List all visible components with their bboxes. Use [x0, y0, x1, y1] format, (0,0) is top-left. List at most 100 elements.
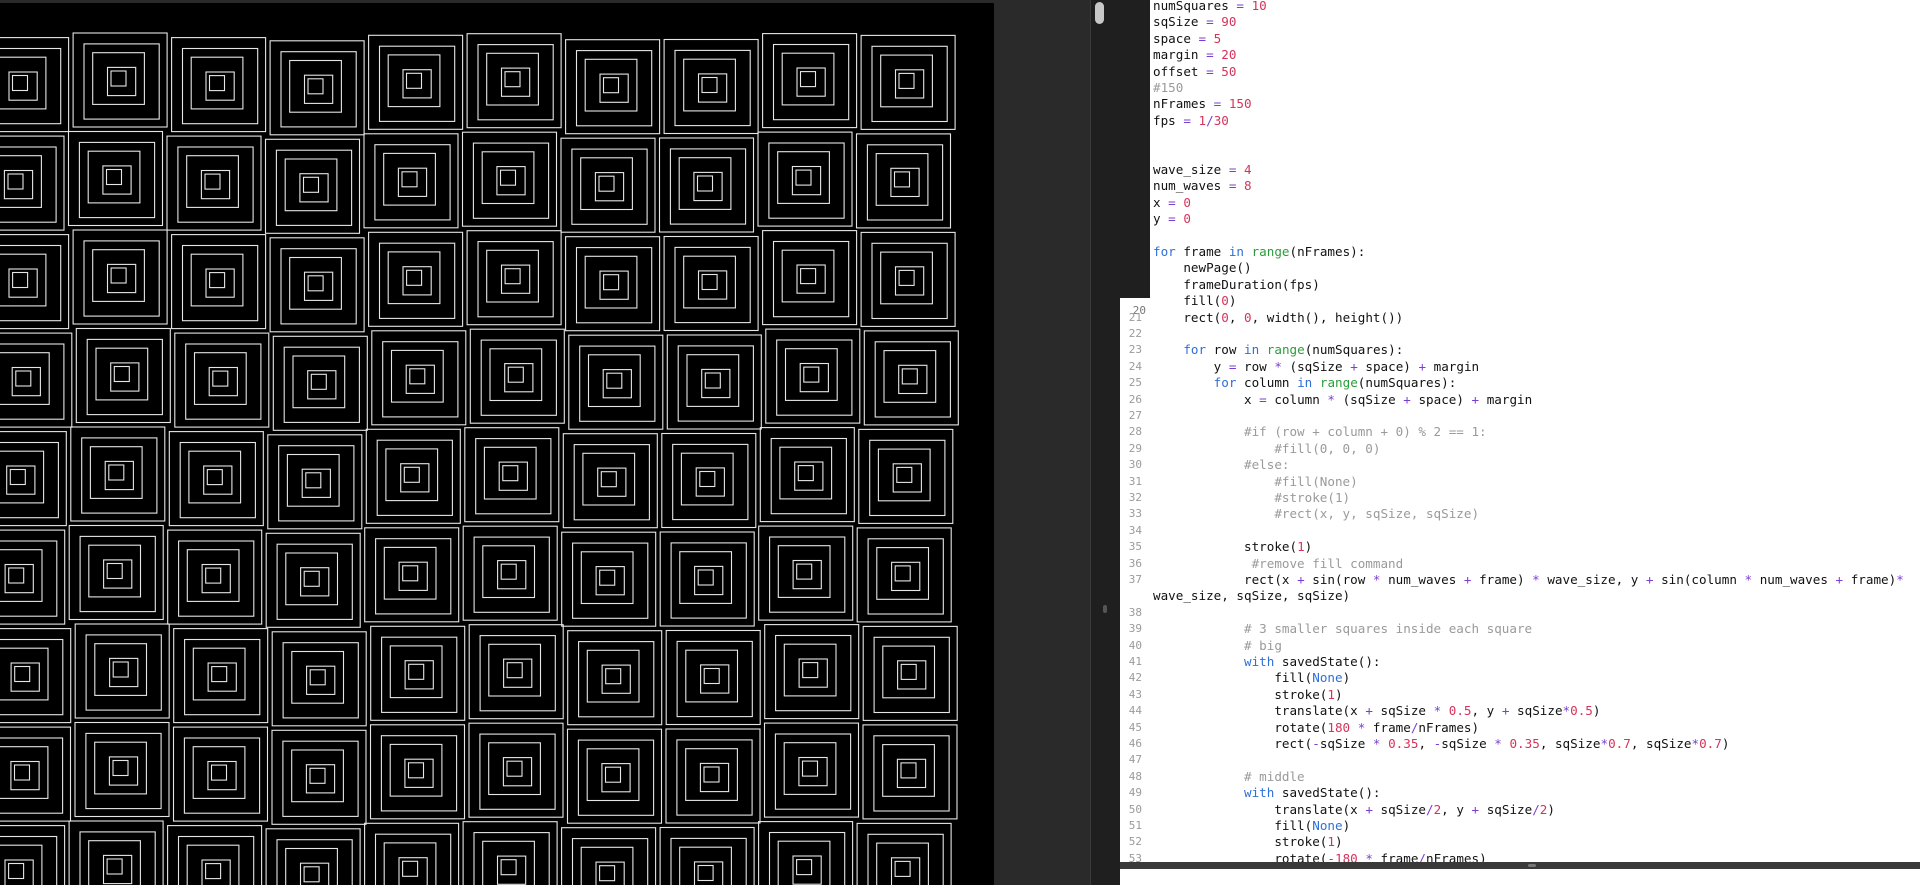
- square-outline: [89, 446, 143, 499]
- line-number: 32: [1128, 491, 1142, 504]
- square-cell: [856, 527, 952, 623]
- square-outline: [0, 37, 70, 133]
- square-outline: [479, 733, 556, 810]
- square-outline: [67, 130, 164, 227]
- code-text: with savedState():: [1153, 654, 1381, 670]
- square-outline: [777, 840, 831, 885]
- square-outline: [506, 662, 523, 679]
- code-token: # 3 smaller squares inside each square: [1153, 621, 1533, 637]
- code-token: *: [1327, 391, 1336, 407]
- square-outline: [376, 439, 453, 516]
- code-token: (numSquares):: [1304, 342, 1404, 358]
- code-token: fill(: [1153, 818, 1313, 833]
- square-outline: [791, 165, 822, 196]
- square-outline: [307, 370, 337, 400]
- square-outline: [363, 133, 459, 229]
- code-token: +: [1645, 572, 1654, 587]
- square-outline: [587, 354, 641, 408]
- square-cell: [759, 427, 855, 523]
- code-token: 4: [1244, 162, 1252, 177]
- square-outline: [599, 865, 616, 882]
- square-outline: [697, 270, 728, 300]
- square-outline: [869, 439, 946, 517]
- square-outline: [685, 748, 738, 801]
- code-token: #stroke(1): [1153, 490, 1351, 505]
- square-cell: [171, 37, 267, 133]
- square-outline: [299, 173, 329, 203]
- code-token: ): [1228, 293, 1237, 309]
- square-outline: [468, 624, 564, 720]
- square-outline: [186, 155, 239, 208]
- square-cell: [461, 131, 558, 227]
- square-outline: [282, 642, 359, 719]
- square-outline: [699, 762, 730, 793]
- square-outline: [565, 236, 661, 332]
- pane-divider[interactable]: [1090, 0, 1121, 885]
- square-outline: [400, 463, 430, 493]
- square-outline: [110, 267, 127, 284]
- code-text: fill(0): [1153, 293, 1236, 309]
- square-outline: [103, 559, 133, 589]
- square-outline: [106, 562, 123, 580]
- code-token: ,: [1228, 309, 1245, 325]
- square-outline: [670, 542, 747, 619]
- square-pattern: [0, 32, 959, 885]
- code-token: for: [1153, 244, 1176, 259]
- output-splitter[interactable]: [1120, 862, 1920, 892]
- square-outline: [799, 71, 817, 88]
- code-text: #if (row + column + 0) % 2 == 1:: [1153, 424, 1487, 440]
- square-outline: [679, 551, 733, 604]
- square-outline: [882, 744, 935, 797]
- square-outline: [0, 352, 50, 405]
- square-outline: [409, 368, 426, 385]
- code-token: sqSize: [1479, 801, 1533, 817]
- code-token: sqSize: [1509, 703, 1563, 719]
- code-token: 0: [1244, 309, 1252, 325]
- square-cell: [561, 531, 657, 627]
- code-token: #else:: [1153, 457, 1290, 473]
- square-cell: [74, 721, 170, 818]
- code-token: 1: [1297, 539, 1305, 555]
- square-outline: [210, 764, 228, 781]
- code-token: (nFrames):: [1289, 244, 1366, 259]
- code-token: , width(), height()): [1251, 309, 1404, 325]
- square-outline: [797, 465, 814, 482]
- line-number: 29: [1128, 441, 1142, 455]
- code-token: frame): [1471, 572, 1533, 587]
- code-token: column: [1236, 375, 1298, 391]
- square-outline: [496, 166, 526, 196]
- scrollbar-thumb[interactable]: [1095, 2, 1104, 24]
- square-outline: [694, 565, 724, 596]
- code-token: #fill(0, 0, 0): [1153, 440, 1381, 456]
- code-editor[interactable]: 20 numSquares = 10 sqSize = 90 space = 5 ma…: [1120, 0, 1920, 885]
- square-outline: [310, 373, 327, 390]
- code-token: 0.7: [1608, 736, 1631, 751]
- square-outline: [0, 343, 65, 420]
- square-outline: [102, 165, 132, 195]
- code-text: space = 5: [1153, 31, 1221, 47]
- code-token: ): [1721, 736, 1730, 751]
- square-cell: [0, 628, 72, 724]
- square-cell: [666, 334, 762, 430]
- square-outline: [468, 722, 564, 818]
- code-text: num_waves = 8: [1153, 178, 1252, 194]
- square-outline: [883, 350, 937, 403]
- square-outline: [383, 152, 436, 206]
- square-outline: [561, 827, 657, 885]
- square-outline: [184, 638, 261, 716]
- square-outline: [109, 657, 139, 688]
- code-token: *: [1372, 572, 1381, 587]
- square-cell: [462, 821, 558, 885]
- square-cell: [765, 328, 861, 424]
- splitter-grip[interactable]: [1528, 864, 1536, 867]
- code-token: # big: [1153, 637, 1282, 653]
- square-outline: [206, 469, 223, 486]
- code-token: rect(: [1153, 736, 1313, 751]
- square-outline: [267, 434, 363, 530]
- square-outline: [475, 438, 552, 515]
- split-handle[interactable]: [1103, 605, 1107, 613]
- code-token: sin(row: [1304, 572, 1373, 587]
- square-outline: [10, 662, 40, 692]
